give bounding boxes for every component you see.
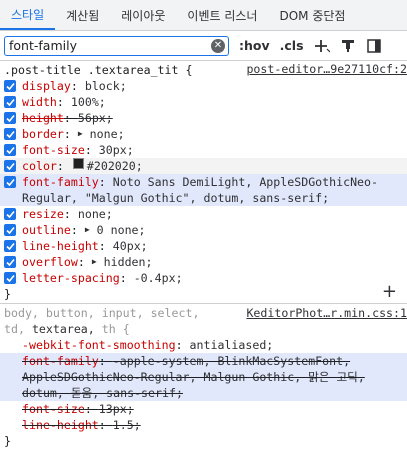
- style-rule-post-title: .post-title .textarea_tit { post-editor……: [0, 61, 407, 304]
- property-width: width: 100%;: [0, 94, 407, 110]
- property-checkbox[interactable]: [4, 208, 16, 220]
- property-checkbox[interactable]: [4, 144, 16, 156]
- property-name[interactable]: width: [22, 94, 57, 110]
- property-name[interactable]: line-height: [22, 418, 99, 432]
- property-checkbox[interactable]: [4, 112, 16, 124]
- filter-input[interactable]: [5, 38, 211, 53]
- property-value[interactable]: 30px;: [99, 142, 134, 158]
- element-state-icon[interactable]: [340, 38, 356, 54]
- property-name[interactable]: font-size: [22, 402, 85, 416]
- property-font-size-overridden: font-size: 13px;: [22, 402, 134, 416]
- property-name[interactable]: font-family: [22, 175, 99, 189]
- property-height: height: 56px;: [0, 110, 407, 126]
- property-value[interactable]: none;: [90, 126, 125, 142]
- property-font-family: font-family: Noto Sans DemiLight, AppleS…: [0, 174, 407, 206]
- property-checkbox[interactable]: [4, 160, 16, 172]
- hov-button[interactable]: :hov: [239, 38, 270, 53]
- property-letter-spacing: letter-spacing: -0.4px;: [0, 270, 407, 286]
- property-checkbox[interactable]: [4, 224, 16, 236]
- property-display: display: block;: [0, 78, 407, 94]
- property-name[interactable]: display: [22, 78, 71, 94]
- property-name[interactable]: outline: [22, 222, 71, 238]
- tab-layout[interactable]: 레이아웃: [110, 0, 176, 30]
- property-value[interactable]: none;: [78, 206, 113, 222]
- property-name[interactable]: font-size: [22, 142, 85, 158]
- property-resize: resize: none;: [0, 206, 407, 222]
- rule-close-brace: } +: [4, 281, 397, 302]
- color-swatch[interactable]: [72, 158, 84, 169]
- property-name[interactable]: font-family: [22, 354, 99, 368]
- property-checkbox[interactable]: [4, 256, 16, 268]
- property-value[interactable]: -0.4px;: [134, 270, 183, 286]
- property-name[interactable]: overflow: [22, 254, 78, 270]
- property-checkbox[interactable]: [4, 96, 16, 108]
- property-name[interactable]: -webkit-font-smoothing: [22, 338, 176, 352]
- property-checkbox[interactable]: [4, 240, 16, 252]
- property-border: border: ▶ none;: [0, 126, 407, 142]
- property-value[interactable]: #202020;: [87, 158, 143, 174]
- property-overflow: overflow: ▶ hidden;: [0, 254, 407, 270]
- property-value[interactable]: block;: [85, 78, 127, 94]
- property-webkit-font-smoothing: -webkit-font-smoothing: antialiased;: [22, 338, 274, 352]
- tab-bar: 스타일 계산됨 레이아웃 이벤트 리스너 DOM 중단점: [0, 0, 407, 31]
- property-value[interactable]: 13px;: [99, 402, 134, 416]
- property-value[interactable]: 1.5;: [113, 418, 141, 432]
- property-name[interactable]: resize: [22, 206, 64, 222]
- rule-source-link[interactable]: KeditorPhot…r.min.css:1: [246, 305, 407, 322]
- style-rule-user-agent: body, button, input, select, KeditorPhot…: [0, 304, 407, 450]
- styles-toolbar: ✕ :hov .cls: [0, 31, 407, 61]
- rule-selector-line2: td, textarea, th {: [4, 322, 130, 336]
- property-name[interactable]: color: [22, 158, 57, 174]
- tab-event-listeners[interactable]: 이벤트 리스너: [176, 0, 268, 30]
- property-value[interactable]: 56px;: [78, 111, 113, 125]
- property-value[interactable]: hidden;: [104, 254, 153, 270]
- property-value[interactable]: 100%;: [71, 94, 106, 110]
- property-name[interactable]: line-height: [22, 238, 99, 254]
- property-checkbox[interactable]: [4, 128, 16, 140]
- new-style-rule-icon[interactable]: [314, 38, 330, 54]
- property-name[interactable]: height: [22, 111, 64, 125]
- filter-box: ✕: [4, 35, 229, 56]
- clear-filter-icon[interactable]: ✕: [211, 38, 225, 53]
- rule-close-brace: }: [4, 434, 11, 448]
- property-checkbox[interactable]: [4, 272, 16, 284]
- property-font-family-overridden: font-family: -apple-system, BlinkMacSyst…: [0, 353, 407, 401]
- property-checkbox[interactable]: [4, 176, 16, 188]
- cls-button[interactable]: .cls: [280, 38, 304, 53]
- property-value[interactable]: antialiased;: [190, 338, 274, 352]
- tab-computed[interactable]: 계산됨: [55, 0, 110, 30]
- property-line-height: line-height: 40px;: [0, 238, 407, 254]
- property-name[interactable]: letter-spacing: [22, 270, 120, 286]
- property-color: color: #202020;: [0, 158, 407, 174]
- property-checkbox[interactable]: [4, 80, 16, 92]
- property-font-size: font-size: 30px;: [0, 142, 407, 158]
- sidebar-toggle-icon[interactable]: [366, 38, 382, 54]
- property-value[interactable]: 40px;: [113, 238, 148, 254]
- tab-dom-breakpoints[interactable]: DOM 중단점: [268, 0, 356, 30]
- property-value[interactable]: 0 none;: [97, 222, 146, 238]
- property-name[interactable]: border: [22, 126, 64, 142]
- rule-source-link[interactable]: post-editor…9e27110cf:2: [246, 61, 407, 78]
- tab-styles[interactable]: 스타일: [0, 0, 56, 30]
- add-property-icon[interactable]: +: [382, 283, 397, 301]
- property-line-height-overridden: line-height: 1.5;: [22, 418, 141, 432]
- property-outline: outline: ▶ 0 none;: [0, 222, 407, 238]
- matched-selector: textarea,: [31, 322, 95, 336]
